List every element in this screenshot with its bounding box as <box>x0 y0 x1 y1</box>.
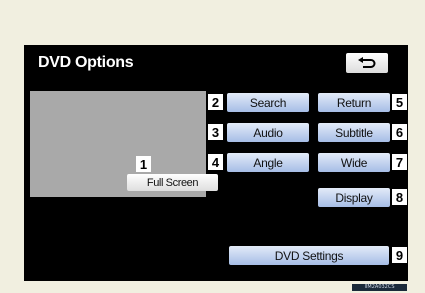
callout-3: 3 <box>208 124 223 140</box>
image-code-label: IIM2A032CS <box>352 284 407 291</box>
callout-4: 4 <box>208 154 223 170</box>
callout-6: 6 <box>392 124 407 140</box>
callout-1: 1 <box>136 156 151 172</box>
return-button[interactable]: Return <box>318 93 390 112</box>
display-button[interactable]: Display <box>318 188 390 207</box>
dvd-options-screen: DVD Options Search Audio Angle Return Su… <box>24 45 408 281</box>
full-screen-button[interactable]: Full Screen <box>127 174 218 191</box>
back-button[interactable] <box>346 53 388 73</box>
screen-title: DVD Options <box>38 54 134 71</box>
subtitle-button[interactable]: Subtitle <box>318 123 390 142</box>
dvd-settings-button[interactable]: DVD Settings <box>229 246 389 265</box>
return-arrow-icon <box>358 57 376 68</box>
search-button[interactable]: Search <box>227 93 309 112</box>
wide-button[interactable]: Wide <box>318 153 390 172</box>
angle-button[interactable]: Angle <box>227 153 309 172</box>
callout-2: 2 <box>208 94 223 110</box>
callout-9: 9 <box>392 247 407 263</box>
callout-7: 7 <box>392 154 407 170</box>
callout-8: 8 <box>392 189 407 205</box>
callout-5: 5 <box>392 94 407 110</box>
audio-button[interactable]: Audio <box>227 123 309 142</box>
